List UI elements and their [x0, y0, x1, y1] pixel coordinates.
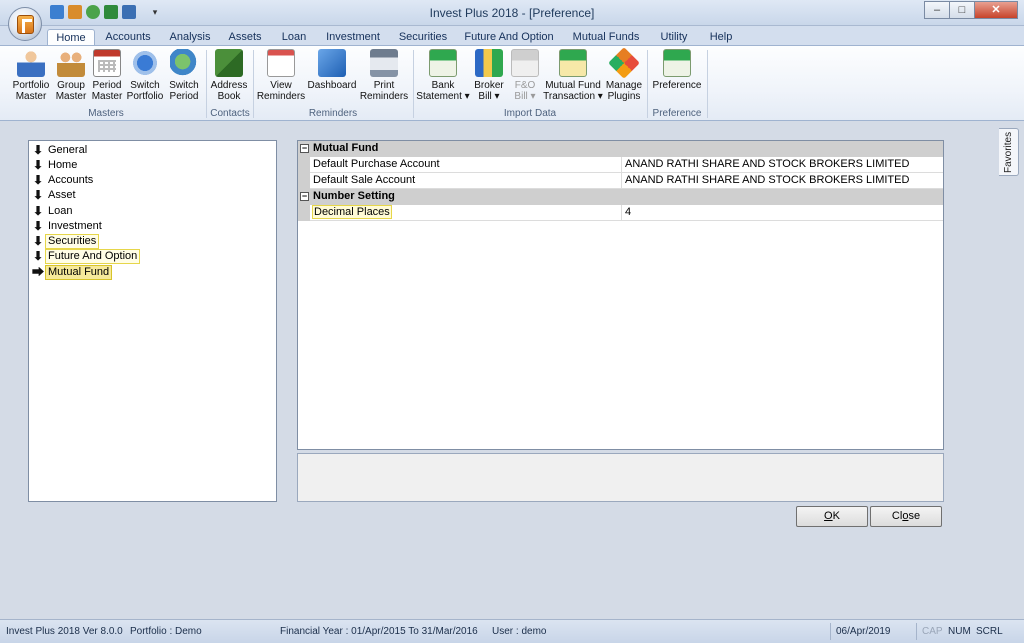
status-scrl: SCRL — [976, 626, 1003, 637]
masters-group-label: Masters — [88, 108, 124, 119]
tree-item-mutual-fund[interactable]: ⮕ Mutual Fund — [31, 265, 113, 280]
switch-period-icon — [170, 49, 198, 77]
ribbon-divider — [707, 50, 708, 118]
arrow-right-icon: ⮕ — [31, 265, 44, 279]
view-reminders-icon — [267, 49, 295, 77]
arrow-down-icon: ⬇ — [32, 234, 44, 248]
status-bar: Invest Plus 2018 Ver 8.0.0 Portfolio : D… — [0, 619, 1024, 643]
arrow-down-icon: ⬇ — [32, 188, 44, 202]
status-portfolio: Portfolio : Demo — [130, 626, 202, 637]
preference-category-tree: ⬇ General ⬇ Home ⬇ Accounts ⬇ Asset ⬇ Lo… — [28, 140, 277, 502]
preference-icon — [663, 49, 691, 77]
ribbon-tabs: Home Accounts Analysis Assets Loan Inves… — [0, 26, 1024, 47]
category-number-setting: − Number Setting — [298, 189, 943, 205]
tree-item-accounts[interactable]: ⬇ Accounts — [31, 173, 96, 188]
group-master-icon — [57, 49, 85, 77]
property-description-panel — [297, 453, 944, 502]
property-value[interactable]: 4 — [625, 205, 631, 220]
switch-portfolio-button[interactable]: Switch Portfolio — [125, 49, 165, 107]
period-master-button[interactable]: Period Master — [89, 49, 125, 107]
manage-plugins-icon — [608, 47, 640, 79]
dashboard-icon — [318, 49, 346, 77]
property-value[interactable]: ANAND RATHI SHARE AND STOCK BROKERS LIMI… — [625, 173, 909, 188]
property-row-default-purchase-account[interactable]: Default Purchase Account ANAND RATHI SHA… — [298, 157, 943, 173]
collapse-toggle-icon[interactable]: − — [300, 144, 309, 153]
favorites-tab-label: Favorites — [1003, 131, 1014, 173]
tree-item-general[interactable]: ⬇ General — [31, 143, 90, 158]
maximize-button[interactable]: □ — [949, 1, 975, 19]
reminders-group-label: Reminders — [308, 108, 358, 119]
category-mutual-fund: − Mutual Fund — [298, 141, 943, 157]
category-label: Number Setting — [313, 190, 395, 202]
property-name: Default Purchase Account — [313, 158, 440, 170]
status-version: Invest Plus 2018 Ver 8.0.0 — [6, 626, 123, 637]
bank-statement-icon — [429, 49, 457, 77]
application-menu-button[interactable] — [8, 7, 42, 41]
arrow-down-icon: ⬇ — [32, 173, 44, 187]
tree-item-asset[interactable]: ⬇ Asset — [31, 188, 79, 203]
window-title: Invest Plus 2018 - [Preference] — [429, 6, 595, 20]
collapse-toggle-icon[interactable]: − — [300, 192, 309, 201]
arrow-down-icon: ⬇ — [32, 143, 44, 157]
property-row-default-sale-account[interactable]: Default Sale Account ANAND RATHI SHARE A… — [298, 173, 943, 189]
property-row-decimal-places[interactable]: Decimal Places 4 — [298, 205, 943, 221]
category-label: Mutual Fund — [313, 142, 379, 154]
print-reminders-icon — [370, 49, 398, 77]
portfolio-master-icon — [17, 49, 45, 77]
status-user: User : demo — [492, 626, 547, 637]
preference-button[interactable]: Preference — [650, 49, 704, 107]
title-bar: ▾ Invest Plus 2018 - [Preference] ‒ □ ✕ — [0, 0, 1024, 26]
arrow-down-icon: ⬇ — [32, 219, 44, 233]
broker-bill-button[interactable]: Broker Bill ▾ — [470, 49, 508, 107]
status-cap: CAP — [922, 626, 943, 637]
property-name: Default Sale Account — [313, 174, 416, 186]
status-num: NUM — [948, 626, 971, 637]
fo-bill-button: F&O Bill ▾ — [508, 49, 542, 107]
period-master-icon — [93, 49, 121, 77]
close-window-button[interactable]: ✕ — [974, 1, 1018, 19]
import-data-group-label: Import Data — [503, 108, 557, 119]
tree-item-home[interactable]: ⬇ Home — [31, 158, 80, 173]
portfolio-master-button[interactable]: Portfolio Master — [8, 49, 54, 107]
tree-item-future-and-option[interactable]: ⬇ Future And Option — [31, 249, 141, 264]
minimize-button[interactable]: ‒ — [924, 1, 950, 19]
property-grid: − Mutual Fund Default Purchase Account A… — [297, 140, 944, 450]
dashboard-button[interactable]: Dashboard — [306, 49, 358, 107]
switch-period-button[interactable]: Switch Period — [165, 49, 203, 107]
property-value[interactable]: ANAND RATHI SHARE AND STOCK BROKERS LIMI… — [625, 157, 909, 172]
arrow-down-icon: ⬇ — [32, 249, 44, 263]
window-controls: ‒ □ ✕ — [924, 1, 1018, 19]
tree-item-loan[interactable]: ⬇ Loan — [31, 204, 75, 219]
ribbon-home-panel: Portfolio Master Group Master Period Mas… — [0, 45, 1024, 121]
arrow-down-icon: ⬇ — [32, 204, 44, 218]
preference-group-label: Preference — [652, 108, 702, 119]
group-master-button[interactable]: Group Master — [53, 49, 89, 107]
address-book-icon — [215, 49, 243, 77]
tree-item-investment[interactable]: ⬇ Investment — [31, 219, 105, 234]
app-logo-icon — [17, 15, 34, 34]
view-reminders-button[interactable]: View Reminders — [256, 49, 306, 107]
broker-bill-icon — [475, 49, 503, 77]
status-financial-year: Financial Year : 01/Apr/2015 To 31/Mar/2… — [280, 626, 478, 637]
mutual-fund-transaction-icon — [559, 49, 587, 77]
manage-plugins-button[interactable]: Manage Plugins — [604, 47, 644, 107]
switch-portfolio-icon — [131, 49, 159, 77]
close-button[interactable]: Close — [870, 506, 942, 527]
fo-bill-icon — [511, 49, 539, 77]
contacts-group-label: Contacts — [210, 108, 250, 119]
status-date: 06/Apr/2019 — [836, 626, 891, 637]
mutual-fund-transaction-button[interactable]: Mutual Fund Transaction ▾ — [542, 49, 604, 107]
tree-item-securities[interactable]: ⬇ Securities — [31, 234, 100, 249]
address-book-button[interactable]: Address Book — [209, 49, 249, 107]
bank-statement-button[interactable]: Bank Statement ▾ — [416, 49, 470, 107]
favorites-side-tab[interactable]: Favorites — [999, 128, 1019, 176]
print-reminders-button[interactable]: Print Reminders — [358, 49, 410, 107]
property-name: Decimal Places — [312, 205, 392, 219]
ok-button[interactable]: OK — [796, 506, 868, 527]
arrow-down-icon: ⬇ — [32, 158, 44, 172]
